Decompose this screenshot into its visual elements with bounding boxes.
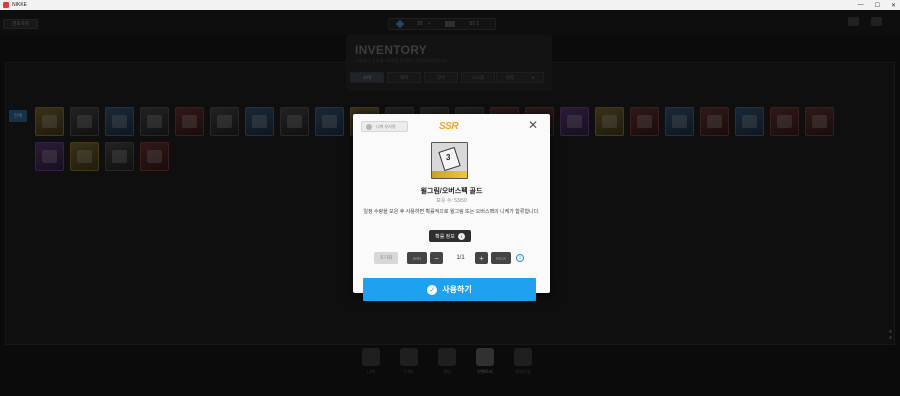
increment-button[interactable]: +: [475, 252, 488, 264]
user-chip: 니케 유저명: [361, 121, 408, 132]
close-window-button[interactable]: ✕: [891, 2, 896, 9]
probability-info-button[interactable]: 확률 정보 i: [429, 230, 471, 242]
decrement-button[interactable]: −: [430, 252, 443, 264]
item-use-dialog: 니케 유저명 SSR ✕ 3 윌그림/오버스펙 골드 보유 수: 53/50 일…: [353, 114, 550, 301]
use-button[interactable]: ✓ 사용하기: [363, 278, 536, 301]
quantity-selector: 초기화 MIN − 1/1 + MAX i: [373, 252, 533, 264]
avatar-icon: [366, 123, 372, 130]
reset-button[interactable]: 초기화: [374, 252, 398, 264]
quantity-value: 1/1: [456, 255, 465, 261]
maximize-button[interactable]: ☐: [875, 2, 880, 9]
window-titlebar: NIKKE — ☐ ✕: [0, 0, 900, 10]
check-icon: ✓: [427, 284, 438, 295]
user-chip-label: 니케 유저명: [376, 123, 396, 129]
probability-label: 확률 정보: [435, 233, 455, 240]
item-quantity-bar: [432, 171, 467, 178]
card-number-icon: 3: [446, 153, 451, 162]
use-button-label: 사용하기: [442, 285, 472, 294]
window-title: NIKKE: [12, 2, 28, 8]
item-owned-count: 보유 수: 53/50: [436, 198, 467, 204]
info-icon: i: [457, 232, 465, 240]
item-description: 일정 수량을 모은 후 사용하면 확률적으로 윌그림 또는 오버스펙의 니케가 …: [363, 209, 540, 215]
item-name: 윌그림/오버스펙 골드: [420, 188, 483, 195]
help-icon[interactable]: i: [516, 254, 524, 262]
window-controls: — ☐ ✕: [858, 0, 896, 10]
min-button[interactable]: MIN: [407, 252, 427, 264]
close-icon[interactable]: ✕: [527, 119, 539, 131]
rarity-badge: SSR: [439, 121, 459, 132]
minimize-button[interactable]: —: [858, 2, 864, 8]
item-thumbnail: 3: [431, 142, 468, 179]
app-icon: [3, 2, 9, 8]
max-button[interactable]: MAX: [491, 252, 511, 264]
